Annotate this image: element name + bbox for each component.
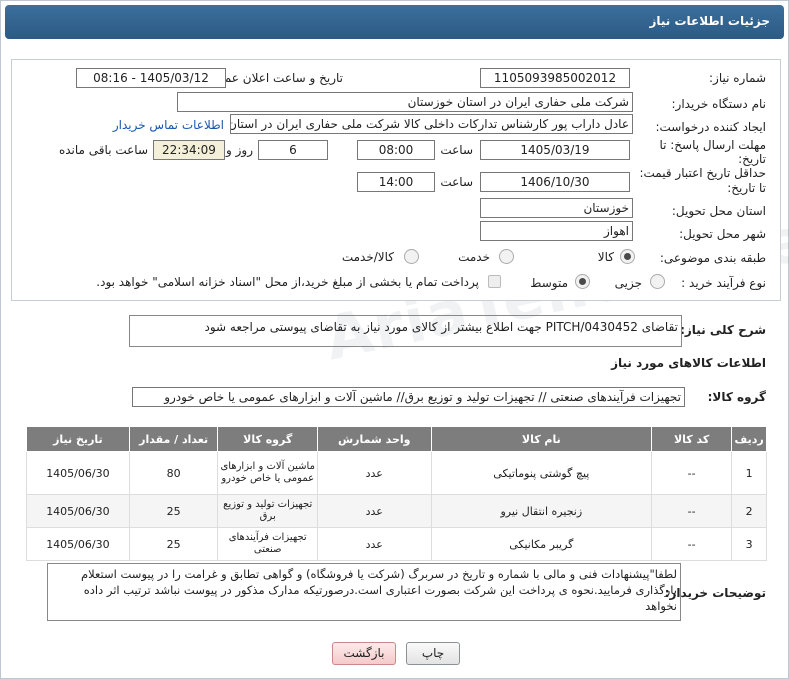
process-radio-minor[interactable]	[650, 274, 665, 289]
process-option-minor: جزیی	[614, 276, 642, 290]
validity-date-field: 1406/10/30	[480, 172, 630, 192]
item-unit: عدد	[316, 494, 432, 528]
category-option-service: خدمت	[458, 250, 490, 264]
category-radio-both[interactable]	[404, 249, 419, 264]
table-row: 1 -- پیچ گوشتی پنوماتیکی عدد ماشین آلات …	[26, 451, 767, 495]
summary-label: شرح کلی نیاز:	[680, 323, 766, 337]
print-button[interactable]: چاپ	[406, 642, 460, 665]
row-number: 3	[731, 527, 767, 561]
category-label: طبقه بندی موضوعی:	[659, 251, 766, 265]
need-number-label: شماره نیاز:	[709, 71, 766, 85]
deadline-time-label: ساعت	[440, 143, 473, 157]
col-header-quantity: تعداد / مقدار	[128, 426, 219, 452]
item-code: --	[651, 494, 733, 528]
days-label: روز و	[226, 143, 253, 157]
item-date: 1405/06/30	[26, 494, 130, 528]
process-option-medium: متوسط	[530, 276, 568, 290]
items-table: ردیف کد کالا نام کالا واحد شمارش گروه کا…	[26, 426, 767, 561]
remaining-time-field: 22:34:09	[153, 140, 225, 160]
col-header-group: گروه کالا	[217, 426, 318, 452]
table-row: 3 -- گریبر مکانیکی عدد تجهیزات فرآیندهای…	[26, 527, 767, 561]
announce-field: 1405/03/12 - 08:16	[76, 68, 226, 88]
remaining-label: ساعت باقی مانده	[58, 143, 148, 157]
buyer-org-label: نام دستگاه خریدار:	[671, 97, 767, 111]
col-header-name: نام کالا	[430, 426, 653, 452]
deadline-date-field: 1405/03/19	[480, 140, 630, 160]
city-field: اهواز	[480, 221, 633, 241]
need-number-field: 1105093985002012	[480, 68, 630, 88]
goods-group-label: گروه کالا:	[707, 390, 766, 404]
item-name: گریبر مکانیکی	[430, 527, 653, 561]
creator-label: ایجاد کننده درخواست:	[655, 120, 766, 134]
item-quantity: 25	[128, 494, 219, 528]
buyer-org-field: شرکت ملی حفاری ایران در استان خوزستان	[177, 92, 633, 112]
process-radio-medium[interactable]	[575, 274, 590, 289]
deadline-label: مهلت ارسال پاسخ: تا	[659, 138, 766, 152]
item-group: تجهیزات فرآیندهای صنعتی	[217, 527, 318, 561]
category-option-goods: کالا	[597, 250, 614, 264]
validity-time-label: ساعت	[440, 175, 473, 189]
item-unit: عدد	[316, 527, 432, 561]
category-radio-service[interactable]	[499, 249, 514, 264]
days-field: 6	[258, 140, 328, 160]
page-title: جزئیات اطلاعات نیاز	[649, 14, 770, 28]
goods-group-field: تجهیزات فرآیندهای صنعتی // تجهیزات تولید…	[132, 387, 685, 407]
item-quantity: 80	[128, 451, 219, 495]
col-header-code: کد کالا	[651, 426, 733, 452]
payment-checkbox[interactable]	[488, 275, 501, 288]
deadline-time-field: 08:00	[357, 140, 435, 160]
table-header-row: ردیف کد کالا نام کالا واحد شمارش گروه کا…	[26, 426, 767, 452]
header-bar: جزئیات اطلاعات نیاز	[5, 5, 784, 39]
item-date: 1405/06/30	[26, 527, 130, 561]
table-row: 2 -- زنجیره انتقال نیرو عدد تجهیزات تولی…	[26, 494, 767, 528]
payment-note: پرداخت تمام یا بخشی از مبلغ خرید،از محل …	[96, 275, 479, 289]
validity-time-field: 14:00	[357, 172, 435, 192]
validity-label-2: تا تاریخ:	[727, 181, 766, 195]
item-name: پیچ گوشتی پنوماتیکی	[430, 451, 653, 495]
item-code: --	[651, 451, 733, 495]
details-window: جزئیات اطلاعات نیاز AriaTender.net شماره…	[0, 0, 789, 679]
item-unit: عدد	[316, 451, 432, 495]
summary-field: تقاضای PITCH/0430452 جهت اطلاع بیشتر از …	[129, 315, 682, 347]
validity-label: حداقل تاریخ اعتبار قیمت:	[639, 166, 766, 180]
item-name: زنجیره انتقال نیرو	[430, 494, 653, 528]
category-radio-goods[interactable]	[620, 249, 635, 264]
col-header-unit: واحد شمارش	[316, 426, 432, 452]
province-label: استان محل تحویل:	[671, 204, 766, 218]
row-number: 1	[731, 451, 767, 495]
category-option-both: کالا/خدمت	[341, 250, 394, 264]
goods-section-title: اطلاعات کالاهای مورد نیاز	[611, 356, 766, 370]
deadline-label-2: تاریخ:	[738, 152, 766, 166]
city-label: شهر محل تحویل:	[679, 227, 766, 241]
contact-buyer-link[interactable]: اطلاعات تماس خریدار	[113, 118, 224, 132]
item-code: --	[651, 527, 733, 561]
back-button[interactable]: بازگشت	[332, 642, 396, 665]
process-label: نوع فرآیند خرید :	[681, 276, 766, 290]
col-header-date: تاریخ نیاز	[26, 426, 130, 452]
item-group: تجهیزات تولید و توزیع برق	[217, 494, 318, 528]
creator-field: عادل داراب پور کارشناس تدارکات داخلی کال…	[230, 114, 633, 134]
row-number: 2	[731, 494, 767, 528]
item-date: 1405/06/30	[26, 451, 130, 495]
province-field: خوزستان	[480, 198, 633, 218]
item-quantity: 25	[128, 527, 219, 561]
col-header-row-number: ردیف	[731, 426, 767, 452]
item-group: ماشین آلات و ابزارهای عمومی یا خاص خودرو	[217, 451, 318, 495]
buyer-notes-field: لطفا"پیشنهادات فنی و مالی با شماره و تار…	[47, 563, 681, 621]
